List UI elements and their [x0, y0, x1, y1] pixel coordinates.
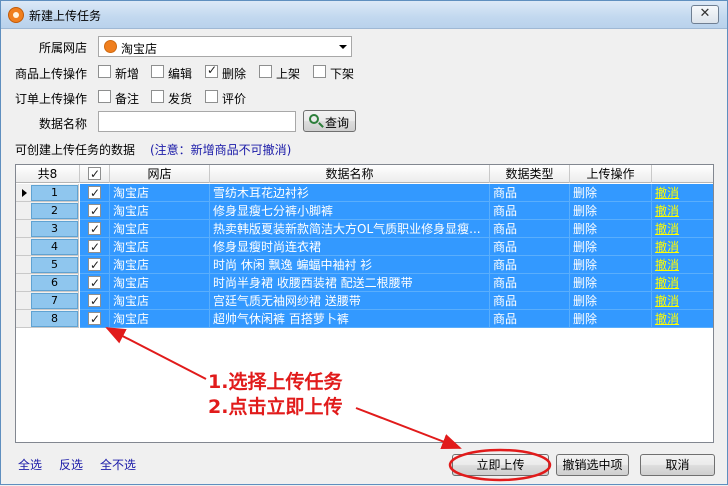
annotation-overlay — [105, 327, 552, 482]
upload-task-dialog: 新建上传任务 ✕ 所属网店 淘宝店 商品上传操作 新增 编辑 删除 上架 下架 … — [0, 0, 728, 485]
annotation-arrow-2 — [355, 407, 462, 450]
annotation-circle — [448, 448, 552, 482]
annotation-arrow-1 — [105, 327, 207, 380]
